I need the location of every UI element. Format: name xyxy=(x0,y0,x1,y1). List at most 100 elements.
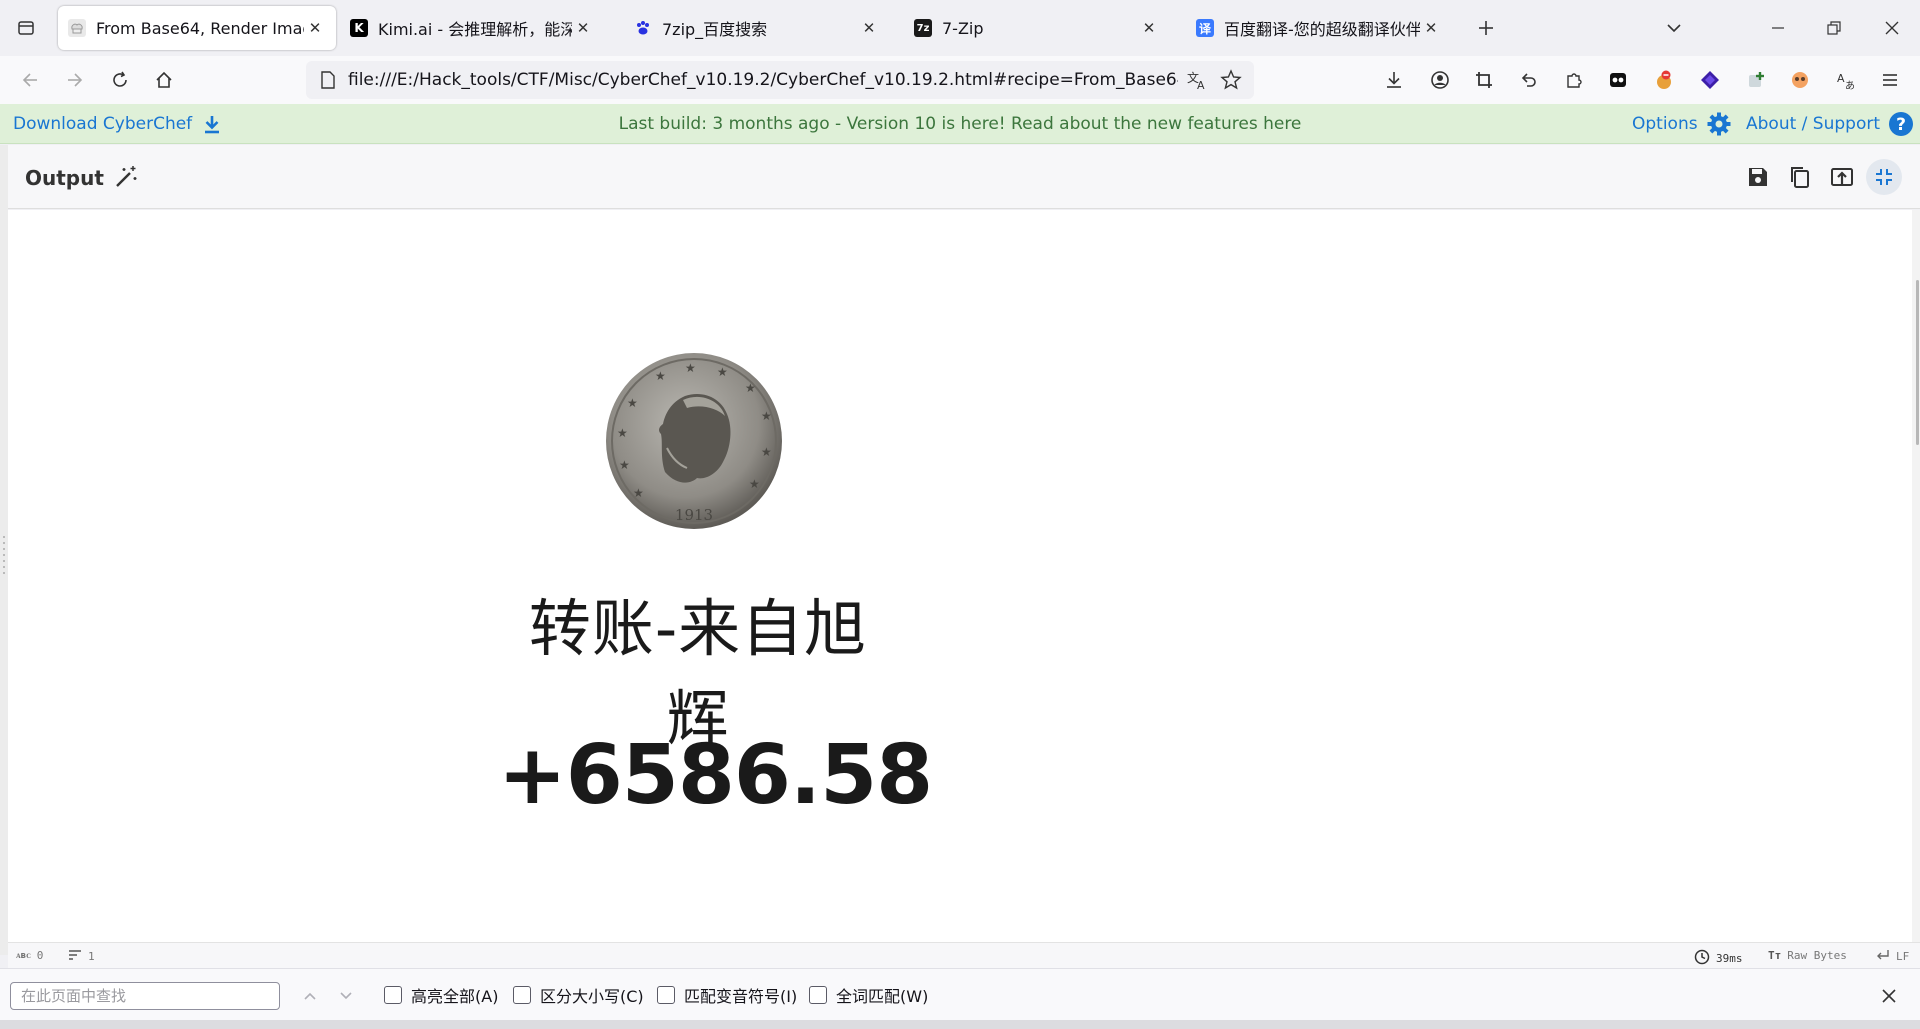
about-label: About / Support xyxy=(1746,114,1880,134)
account-icon[interactable] xyxy=(1420,60,1460,100)
output-area: ★ ★ ★ ★ ★ ★ ★ ★ ★ ★ ★ 1913 转账-来自旭辉 +6586… xyxy=(8,210,1920,942)
new-tab-icon[interactable] xyxy=(1466,8,1506,48)
svg-text:★: ★ xyxy=(627,396,638,410)
extension-face-icon[interactable] xyxy=(1780,60,1820,100)
tab-3[interactable]: 7z 7-Zip ✕ xyxy=(904,6,1170,50)
download-icon xyxy=(202,114,222,134)
menu-hamburger-icon[interactable] xyxy=(1870,60,1910,100)
tab-2[interactable]: 7zip_百度搜索 ✕ xyxy=(624,6,890,50)
extension-green-plus-icon[interactable] xyxy=(1736,60,1776,100)
magic-wand-icon[interactable] xyxy=(108,159,144,195)
tab-title: 7-Zip xyxy=(942,18,984,38)
checkbox-box[interactable] xyxy=(657,986,675,1004)
input-pane-collapsed-rail[interactable] xyxy=(0,145,8,955)
options-link[interactable]: Options xyxy=(1632,104,1732,144)
highlight-all-checkbox[interactable]: 高亮全部(A) xyxy=(384,983,498,1007)
about-support-link[interactable]: About / Support ? xyxy=(1746,104,1914,144)
translate-icon[interactable]: 文A xyxy=(1186,69,1208,95)
downloads-icon[interactable] xyxy=(1374,60,1414,100)
bookmark-star-icon[interactable] xyxy=(1220,69,1242,95)
tab-close-icon[interactable]: ✕ xyxy=(304,17,326,39)
replace-input-with-output-icon[interactable] xyxy=(1824,159,1860,195)
svg-text:★: ★ xyxy=(619,458,630,472)
svg-text:★: ★ xyxy=(761,409,772,423)
extension-diamond-icon[interactable] xyxy=(1690,60,1730,100)
output-title: Output xyxy=(25,166,104,190)
checkbox-box[interactable] xyxy=(384,986,402,1004)
screenshot-crop-icon[interactable] xyxy=(1464,60,1504,100)
window-bottom-edge xyxy=(0,1020,1920,1029)
return-arrow-icon xyxy=(1876,949,1890,964)
whole-words-checkbox[interactable]: 全词匹配(W) xyxy=(809,983,928,1007)
eol-sequence[interactable]: LF xyxy=(1876,949,1909,964)
tab-close-icon[interactable]: ✕ xyxy=(858,17,880,39)
tab-list-icon[interactable] xyxy=(6,8,46,48)
extension-translate-icon[interactable]: Aあ xyxy=(1826,60,1866,100)
7zip-logo-icon: 7z xyxy=(914,19,932,37)
maximise-output-icon[interactable] xyxy=(1866,159,1902,195)
find-close-icon[interactable] xyxy=(1874,981,1904,1011)
tab-title: 7zip_百度搜索 xyxy=(662,20,768,39)
tab-overflow-chevron-icon[interactable] xyxy=(1654,8,1694,48)
checkbox-box[interactable] xyxy=(513,986,531,1004)
kimi-logo-icon: K xyxy=(350,19,368,37)
download-cyberchef-link[interactable]: Download CyberChef xyxy=(13,104,222,144)
match-case-checkbox[interactable]: 区分大小写(C) xyxy=(513,983,644,1007)
char-count-value: 0 xyxy=(36,949,44,962)
restore-icon[interactable] xyxy=(1814,8,1854,48)
cyberchef-hat-icon xyxy=(68,19,86,37)
output-scrollbar[interactable] xyxy=(1912,210,1920,942)
checkbox-label: 匹配变音符号(I) xyxy=(684,987,798,1006)
svg-text:★: ★ xyxy=(761,445,772,459)
svg-text:A: A xyxy=(1837,72,1845,85)
find-bar: 高亮全部(A) 区分大小写(C) 匹配变音符号(I) 全词匹配(W) xyxy=(0,968,1920,1020)
help-question-icon: ? xyxy=(1888,111,1914,137)
options-label: Options xyxy=(1632,114,1698,134)
coin-year: 1913 xyxy=(675,506,713,524)
tab-close-icon[interactable]: ✕ xyxy=(1138,17,1160,39)
tab-4[interactable]: 译 百度翻译-您的超级翻译伙伴（文 ✕ xyxy=(1186,6,1452,50)
checkbox-box[interactable] xyxy=(809,986,827,1004)
find-previous-icon[interactable] xyxy=(296,983,324,1009)
tab-strip: From Base64, Render Image ✕ K Kimi.ai - … xyxy=(0,0,1920,56)
svg-text:?: ? xyxy=(1896,115,1906,135)
svg-text:★: ★ xyxy=(617,426,628,440)
tab-close-icon[interactable]: ✕ xyxy=(1420,17,1442,39)
find-next-icon[interactable] xyxy=(332,983,360,1009)
navigation-bar: file:///E:/Hack_tools/CTF/Misc/CyberChef… xyxy=(0,56,1920,104)
close-window-icon[interactable] xyxy=(1872,8,1912,48)
svg-text:★: ★ xyxy=(745,381,756,395)
tab-0[interactable]: From Base64, Render Image ✕ xyxy=(58,6,336,50)
banner-notice-text[interactable]: Last build: 3 months ago - Version 10 is… xyxy=(619,114,1302,134)
output-header: Output xyxy=(8,145,1920,209)
back-icon[interactable] xyxy=(10,60,50,100)
find-input[interactable] xyxy=(10,982,280,1010)
match-diacritics-checkbox[interactable]: 匹配变音符号(I) xyxy=(657,983,797,1007)
home-icon[interactable] xyxy=(144,60,184,100)
eol-value: LF xyxy=(1896,950,1910,963)
reload-icon[interactable] xyxy=(100,60,140,100)
extensions-puzzle-icon[interactable] xyxy=(1554,60,1594,100)
output-status-bar: ᴀʙᴄ 0 1 39ms Tт Raw Bytes LF xyxy=(8,942,1920,968)
tab-1[interactable]: K Kimi.ai - 会推理解析，能深度思 ✕ xyxy=(340,6,604,50)
copy-output-icon[interactable] xyxy=(1782,159,1818,195)
bake-time: 39ms xyxy=(1694,949,1743,968)
tab-close-icon[interactable]: ✕ xyxy=(572,17,594,39)
tab-title: From Base64, Render Image xyxy=(96,18,304,38)
checkbox-label: 区分大小写(C) xyxy=(540,987,644,1006)
clock-icon xyxy=(1694,949,1710,968)
undo-arrow-icon[interactable] xyxy=(1508,60,1548,100)
file-page-icon xyxy=(320,71,336,93)
url-bar[interactable]: file:///E:/Hack_tools/CTF/Misc/CyberChef… xyxy=(306,61,1254,99)
forward-icon[interactable] xyxy=(55,60,95,100)
extension-game-icon[interactable] xyxy=(1598,60,1638,100)
minimize-icon[interactable] xyxy=(1758,8,1798,48)
extension-red-badge-icon[interactable] xyxy=(1644,60,1684,100)
gear-icon xyxy=(1706,111,1732,137)
scrollbar-thumb[interactable] xyxy=(1916,280,1919,445)
output-encoding[interactable]: Tт Raw Bytes xyxy=(1768,949,1847,962)
svg-text:あ: あ xyxy=(1845,80,1855,90)
save-output-icon[interactable] xyxy=(1740,159,1776,195)
cyberchef-banner: Last build: 3 months ago - Version 10 is… xyxy=(0,104,1920,144)
line-count: 1 xyxy=(68,949,95,964)
